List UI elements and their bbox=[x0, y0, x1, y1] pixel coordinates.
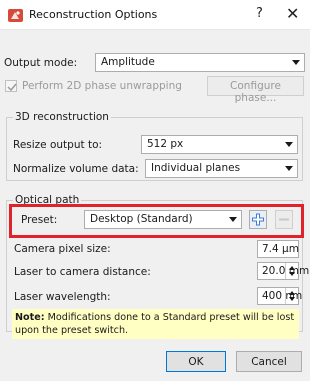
preset-value: Desktop (Standard) bbox=[90, 213, 193, 225]
preset-label: Preset: bbox=[21, 214, 58, 226]
resize-label: Resize output to: bbox=[13, 139, 103, 151]
phase-unwrap-checkbox[interactable] bbox=[5, 80, 17, 92]
output-mode-label: Output mode: bbox=[4, 57, 78, 69]
resize-dropdown[interactable]: 512 px bbox=[141, 135, 298, 154]
add-preset-button[interactable] bbox=[249, 210, 267, 229]
spin-arrows-icon[interactable] bbox=[285, 263, 298, 279]
chevron-down-icon bbox=[229, 217, 237, 222]
close-button[interactable]: ✕ bbox=[286, 4, 299, 23]
plus-icon bbox=[252, 213, 264, 226]
chevron-down-icon bbox=[285, 166, 293, 171]
phase-unwrap-label: Perform 2D phase unwrapping bbox=[22, 80, 182, 92]
help-button[interactable]: ? bbox=[256, 6, 263, 21]
checkmark-icon bbox=[7, 83, 17, 92]
remove-preset-button[interactable] bbox=[275, 210, 293, 229]
laser-distance-label: Laser to camera distance: bbox=[14, 266, 151, 278]
title-bar: Reconstruction Options ? ✕ bbox=[0, 0, 310, 30]
note-text: Modifications done to a Standard preset … bbox=[15, 312, 295, 336]
camera-pixel-label: Camera pixel size: bbox=[14, 243, 111, 255]
laser-distance-spinbox[interactable]: 20.0 mm bbox=[257, 262, 309, 280]
chevron-down-icon bbox=[285, 142, 293, 147]
note-label: Note: bbox=[15, 312, 45, 323]
spin-arrows-icon[interactable] bbox=[285, 288, 298, 304]
configure-phase-button[interactable]: Configure phase... bbox=[207, 76, 304, 104]
wavelength-spinbox[interactable]: 400 nm bbox=[257, 287, 302, 305]
normalize-value: Individual planes bbox=[151, 162, 241, 174]
window-title: Reconstruction Options bbox=[29, 8, 158, 21]
reconstruction-group-title: 3D reconstruction bbox=[13, 111, 111, 123]
app-icon bbox=[8, 9, 23, 22]
camera-pixel-value: 7.4 µm bbox=[262, 243, 299, 255]
note-box: Note: Modifications done to a Standard p… bbox=[12, 309, 299, 339]
ok-button[interactable]: OK bbox=[166, 351, 226, 372]
preset-dropdown[interactable]: Desktop (Standard) bbox=[84, 210, 242, 229]
camera-pixel-spinbox[interactable]: 7.4 µm bbox=[257, 240, 299, 258]
minus-icon bbox=[279, 218, 289, 221]
normalize-dropdown[interactable]: Individual planes bbox=[145, 159, 298, 178]
wavelength-label: Laser wavelength: bbox=[14, 291, 111, 303]
normalize-label: Normalize volume data: bbox=[13, 163, 139, 175]
resize-value: 512 px bbox=[147, 138, 184, 150]
chevron-down-icon bbox=[292, 60, 300, 65]
cancel-button[interactable]: Cancel bbox=[236, 351, 302, 372]
output-mode-value: Amplitude bbox=[101, 56, 155, 68]
output-mode-dropdown[interactable]: Amplitude bbox=[95, 53, 305, 72]
